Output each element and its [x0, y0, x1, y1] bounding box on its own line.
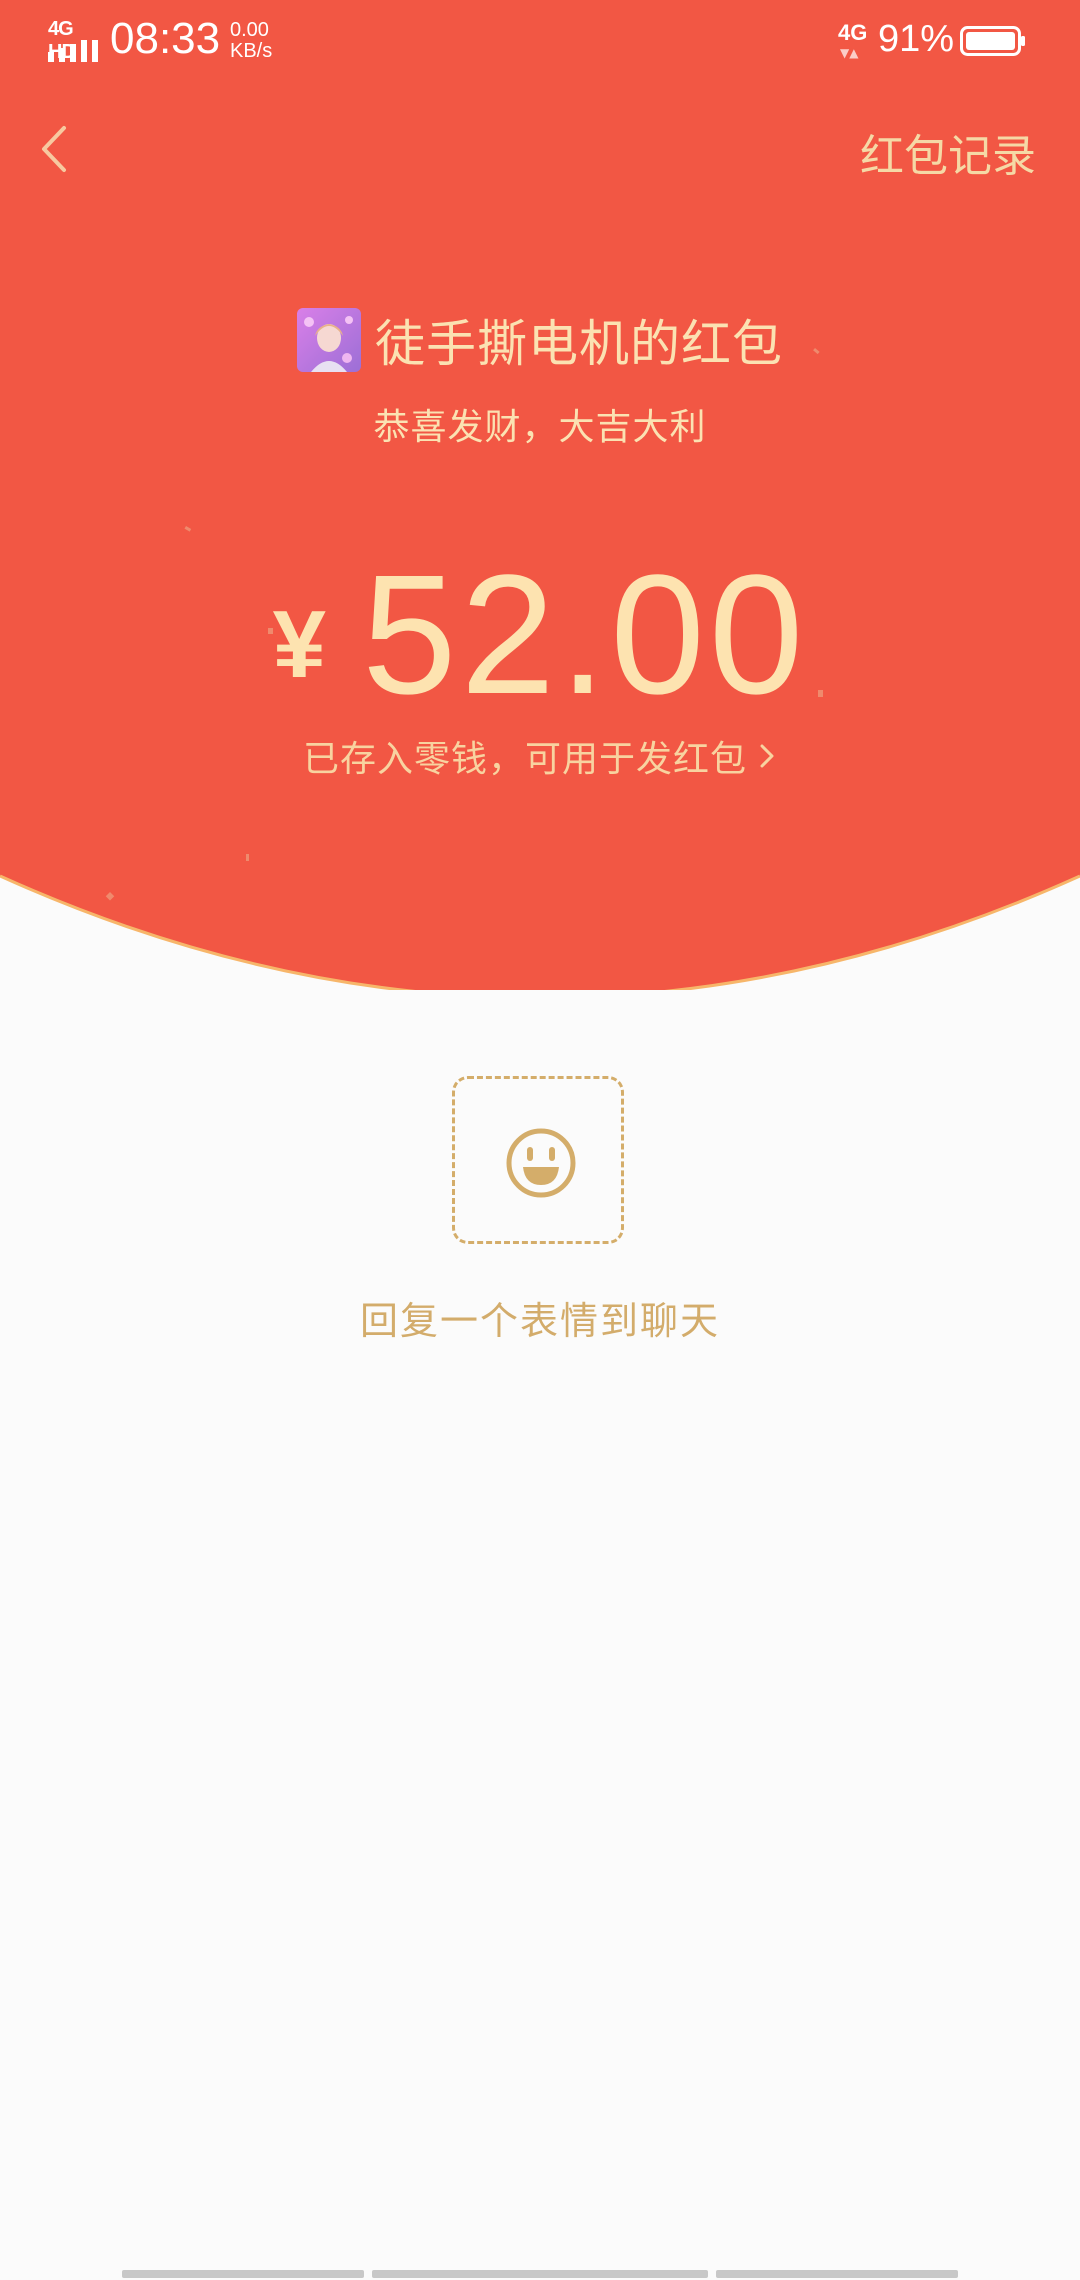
- chevron-right-icon: [760, 744, 774, 768]
- chevron-left-icon: [42, 126, 66, 172]
- emoji-reply-button[interactable]: [452, 1076, 624, 1244]
- signal-indicator: 4G HD: [46, 18, 100, 64]
- status-bar: 4G HD 08:33 0.00 KB/s 4G ▼▲ 91%: [0, 0, 1080, 82]
- amount-value: 52.00: [361, 540, 808, 730]
- clock: 08:33: [110, 14, 221, 63]
- red-packet-detail-page: 4G HD 08:33 0.00 KB/s 4G ▼▲ 91% 红包记: [0, 0, 1080, 2280]
- network-speed-unit: KB/s: [230, 40, 273, 62]
- battery-icon: [960, 26, 1025, 56]
- saved-to-balance-link[interactable]: 已存入零钱，可用于发红包: [0, 730, 1080, 782]
- data-activity-icon: ▼▲: [840, 46, 859, 60]
- saved-to-balance-text: 已存入零钱，可用于发红包: [302, 739, 747, 780]
- amount-row: ¥ 52.00: [0, 550, 1080, 720]
- smiley-icon: [506, 1128, 576, 1198]
- gesture-bar-right[interactable]: [716, 2270, 958, 2278]
- emoji-reply-label[interactable]: 回复一个表情到聊天: [0, 1290, 1080, 1345]
- gesture-bar-center[interactable]: [372, 2270, 708, 2278]
- sender-avatar[interactable]: [297, 308, 361, 372]
- battery-percent: 91%: [878, 18, 955, 60]
- blessing-text: 恭喜发财，大吉大利: [373, 407, 707, 448]
- gesture-bar: [0, 2270, 1080, 2280]
- network-speed: 0.00 KB/s: [230, 20, 272, 62]
- sender-title: 徒手撕电机的红包: [375, 315, 783, 373]
- signal-bars-icon: [48, 40, 98, 62]
- back-button[interactable]: [30, 118, 82, 180]
- mobile-data-label: 4G: [838, 20, 868, 45]
- network-speed-value: 0.00: [230, 19, 269, 41]
- red-packet-records-link[interactable]: 红包记录: [860, 120, 1036, 184]
- sender-row: 徒手撕电机的红包: [0, 300, 1080, 380]
- gesture-bar-left[interactable]: [122, 2270, 364, 2278]
- currency-symbol: ¥: [272, 591, 326, 698]
